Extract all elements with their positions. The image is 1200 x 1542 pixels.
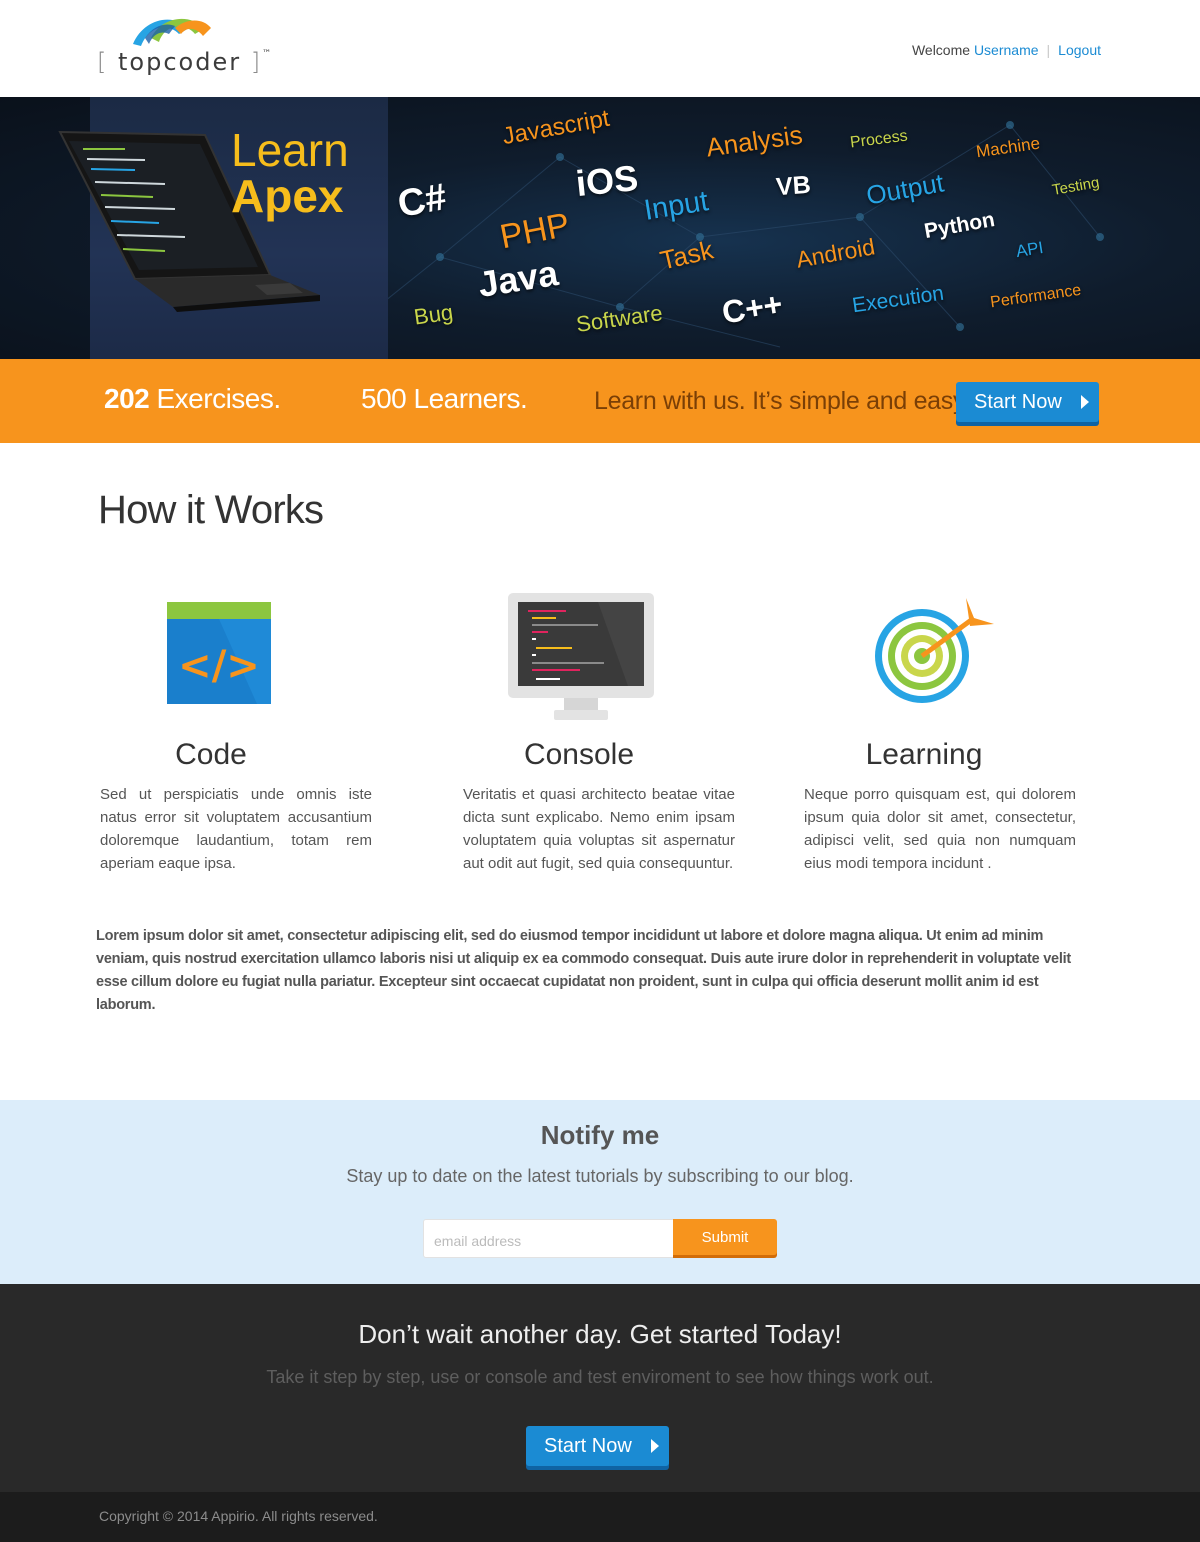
notify-section: Notify me Stay up to date on the latest … bbox=[0, 1100, 1200, 1284]
intro-paragraph: Lorem ipsum dolor sit amet, consectetur … bbox=[96, 928, 1071, 1013]
stats-tagline: Learn with us. It’s simple and easy. bbox=[594, 387, 970, 415]
site-footer: Copyright © 2014 Appirio. All rights res… bbox=[0, 1492, 1200, 1542]
logo-arc-icon bbox=[133, 18, 211, 46]
welcome-label: Welcome bbox=[911, 42, 971, 58]
stats-bar: 202 Exercises. 500 Learners. Learn with … bbox=[0, 359, 1200, 443]
play-arrow-icon bbox=[1081, 395, 1089, 409]
notify-title: Notify me bbox=[540, 1120, 660, 1150]
hero-title-learn: Learn bbox=[231, 124, 349, 176]
feature-code-text: Sed ut perspiciatis unde omnis iste natu… bbox=[100, 786, 372, 872]
hero-title: Learn Apex bbox=[231, 127, 349, 219]
submit-button[interactable]: Submit bbox=[673, 1219, 777, 1255]
cta-subtitle: Take it step by step, use or console and… bbox=[266, 1367, 934, 1387]
svg-text:</>: </> bbox=[178, 643, 260, 689]
hero-tech-word: iOS bbox=[573, 156, 640, 205]
copyright-text: Copyright © 2014 Appirio. All rights res… bbox=[99, 1508, 378, 1524]
hero-tech-word: Bug bbox=[412, 299, 455, 330]
feature-code-title: Code bbox=[175, 738, 247, 771]
user-nav: Welcome Username | Logout bbox=[912, 42, 1101, 58]
feature-learning-title: Learning bbox=[865, 738, 983, 771]
feature-console-text: Veritatis et quasi architecto beatae vit… bbox=[463, 786, 735, 872]
site-header: [ topcoder ]™ Welcome Username | Logout bbox=[0, 0, 1200, 97]
cta-section: Don’t wait another day. Get started Toda… bbox=[0, 1284, 1200, 1492]
target-icon bbox=[875, 598, 994, 703]
hero-title-apex: Apex bbox=[231, 170, 344, 222]
logo-wordmark: [ topcoder ]™ bbox=[97, 48, 272, 76]
hero-tech-word: C# bbox=[394, 176, 450, 226]
hero-banner: Learn Apex Javascript Analysis Process Mach… bbox=[0, 97, 1200, 359]
play-arrow-icon bbox=[651, 1439, 659, 1453]
cta-start-now-label: Start Now bbox=[544, 1435, 632, 1457]
exercises-label: Exercises. bbox=[156, 383, 282, 414]
hero-tech-word: API bbox=[1014, 237, 1045, 262]
cta-title: Don’t wait another day. Get started Toda… bbox=[358, 1319, 842, 1349]
how-it-works-title: How it Works bbox=[98, 488, 324, 532]
exercises-stat: 202 Exercises. bbox=[104, 383, 281, 415]
logout-link[interactable]: Logout bbox=[1058, 42, 1101, 58]
start-now-label: Start Now bbox=[974, 391, 1062, 413]
topcoder-logo[interactable]: [ topcoder ]™ bbox=[97, 14, 271, 78]
username-link[interactable]: Username bbox=[974, 42, 1039, 58]
cta-start-now-button[interactable]: Start Now bbox=[526, 1426, 669, 1466]
hero-tech-word: VB bbox=[775, 170, 812, 202]
nav-divider: | bbox=[1046, 42, 1051, 58]
exercises-count: 202 bbox=[104, 383, 150, 414]
feature-learning-text: Neque porro quisquam est, qui dolorem ip… bbox=[804, 786, 1076, 872]
learners-stat: 500 Learners. bbox=[361, 383, 528, 414]
start-now-button[interactable]: Start Now bbox=[956, 382, 1099, 422]
feature-console-title: Console bbox=[523, 738, 635, 771]
code-icon: </> bbox=[167, 602, 271, 704]
monitor-icon bbox=[508, 593, 654, 720]
email-field[interactable] bbox=[423, 1219, 675, 1258]
notify-subtitle: Stay up to date on the latest tutorials … bbox=[346, 1166, 854, 1186]
